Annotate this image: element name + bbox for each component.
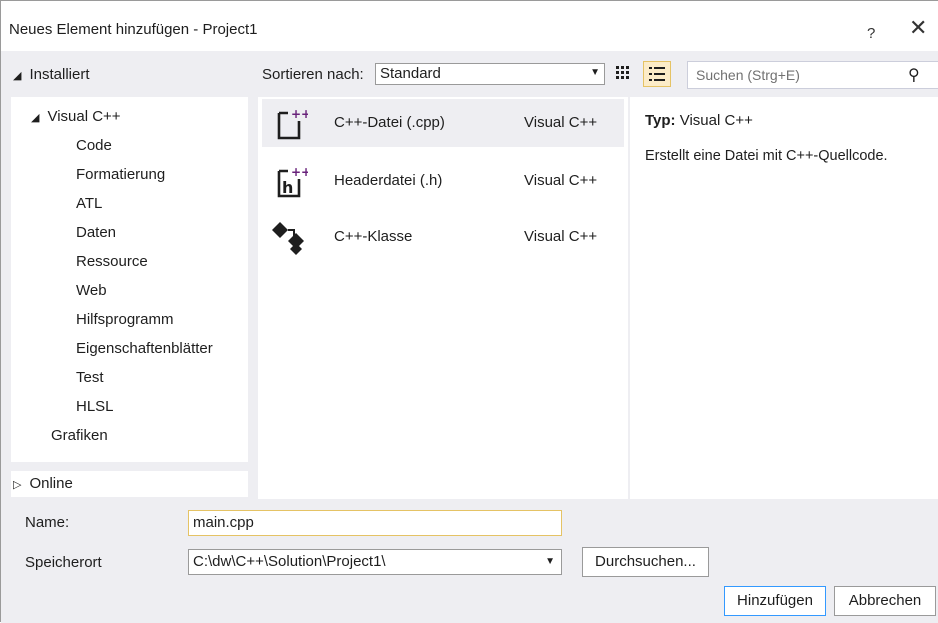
expanded-triangle-icon: ◢ bbox=[31, 112, 40, 124]
header-file-icon: h ++ bbox=[277, 165, 308, 198]
location-combobox[interactable]: C:\dw\C++\Solution\Project1\ ▼ bbox=[188, 549, 562, 575]
search-icon: ⚲ bbox=[908, 67, 920, 84]
template-list: ++ C++-Datei (.cpp) Visual C++ h ++ Head… bbox=[258, 97, 628, 499]
cancel-button[interactable]: Abbrechen bbox=[834, 586, 936, 616]
form-area: Name: main.cpp Speicherort C:\dw\C++\Sol… bbox=[1, 499, 938, 623]
grid-view-icon[interactable] bbox=[613, 64, 633, 84]
tree-item-ressource[interactable]: Ressource bbox=[76, 251, 148, 273]
search-placeholder: Suchen (Strg+E) bbox=[696, 67, 800, 83]
window-title: Neues Element hinzufügen - Project1 bbox=[9, 21, 258, 38]
installed-toggle[interactable]: ◢ Installiert bbox=[13, 66, 90, 83]
tree-item-formatierung[interactable]: Formatierung bbox=[76, 164, 165, 186]
template-lang: Visual C++ bbox=[524, 114, 598, 131]
sort-label: Sortieren nach: bbox=[262, 66, 364, 83]
close-icon[interactable]: ✕ bbox=[909, 15, 927, 41]
template-lang: Visual C++ bbox=[524, 172, 598, 189]
type-line: Typ: Visual C++ bbox=[645, 112, 753, 129]
tree-item-code[interactable]: Code bbox=[76, 135, 112, 157]
svg-text:++: ++ bbox=[291, 107, 308, 121]
template-description: Erstellt eine Datei mit C++-Quellcode. bbox=[645, 148, 888, 164]
cpp-file-icon: ++ bbox=[277, 107, 308, 140]
tree-item-grafiken[interactable]: Grafiken bbox=[51, 425, 108, 447]
template-item-cpp[interactable]: ++ C++-Datei (.cpp) Visual C++ bbox=[262, 99, 624, 147]
tree-item-online[interactable]: ▷ Online bbox=[11, 471, 248, 497]
chevron-down-icon: ▼ bbox=[545, 556, 555, 567]
name-input[interactable]: main.cpp bbox=[188, 510, 562, 536]
help-icon[interactable]: ? bbox=[867, 25, 875, 42]
template-lang: Visual C++ bbox=[524, 228, 598, 245]
add-new-item-dialog: Neues Element hinzufügen - Project1 ? ✕ … bbox=[0, 0, 938, 623]
name-value: main.cpp bbox=[193, 514, 254, 531]
tree-item-atl[interactable]: ATL bbox=[76, 193, 102, 215]
type-value: Visual C++ bbox=[679, 112, 753, 129]
name-label: Name: bbox=[25, 514, 70, 531]
installed-label: Installiert bbox=[29, 66, 90, 83]
chevron-down-icon: ▼ bbox=[590, 67, 600, 78]
tree-item-daten[interactable]: Daten bbox=[76, 222, 116, 244]
tree-item-visual-cpp[interactable]: ◢ Visual C++ bbox=[31, 106, 121, 128]
template-name: C++-Datei (.cpp) bbox=[334, 114, 445, 131]
title-bar: Neues Element hinzufügen - Project1 ? ✕ bbox=[1, 1, 938, 51]
svg-text:++: ++ bbox=[291, 165, 308, 179]
svg-text:h: h bbox=[282, 178, 293, 197]
template-item-class[interactable]: C++-Klasse Visual C++ bbox=[262, 213, 624, 261]
header-row: ◢ Installiert Sortieren nach: Standard ▼ bbox=[1, 59, 938, 89]
search-input[interactable]: Suchen (Strg+E) ⚲ bbox=[687, 61, 938, 89]
tree-item-web[interactable]: Web bbox=[76, 280, 107, 302]
collapse-triangle-icon: ◢ bbox=[13, 70, 22, 82]
template-name: C++-Klasse bbox=[334, 228, 413, 245]
online-label: Online bbox=[29, 475, 73, 492]
sort-value: Standard bbox=[380, 65, 441, 82]
list-view-icon[interactable] bbox=[643, 61, 671, 87]
tree-item-hlsl[interactable]: HLSL bbox=[76, 396, 114, 418]
category-tree: ◢ Visual C++ Code Formatierung ATL Daten … bbox=[11, 97, 248, 462]
location-label: Speicherort bbox=[25, 554, 102, 571]
template-name: Headerdatei (.h) bbox=[334, 172, 443, 189]
location-value: C:\dw\C++\Solution\Project1\ bbox=[193, 553, 386, 570]
tree-item-test[interactable]: Test bbox=[76, 367, 104, 389]
tree-item-eigenschaftenblaetter[interactable]: Eigenschaftenblätter bbox=[76, 338, 213, 360]
collapsed-triangle-icon: ▷ bbox=[13, 479, 22, 491]
tree-item-hilfsprogramm[interactable]: Hilfsprogramm bbox=[76, 309, 174, 331]
tree-item-label: Visual C++ bbox=[47, 108, 121, 125]
sort-select[interactable]: Standard ▼ bbox=[375, 63, 605, 85]
add-button[interactable]: Hinzufügen bbox=[724, 586, 826, 616]
browse-button[interactable]: Durchsuchen... bbox=[582, 547, 709, 577]
cpp-class-icon bbox=[272, 222, 304, 255]
template-item-header[interactable]: h ++ Headerdatei (.h) Visual C++ bbox=[262, 157, 624, 205]
details-pane: Typ: Visual C++ Erstellt eine Datei mit … bbox=[630, 97, 938, 499]
type-label: Typ: bbox=[645, 112, 676, 129]
